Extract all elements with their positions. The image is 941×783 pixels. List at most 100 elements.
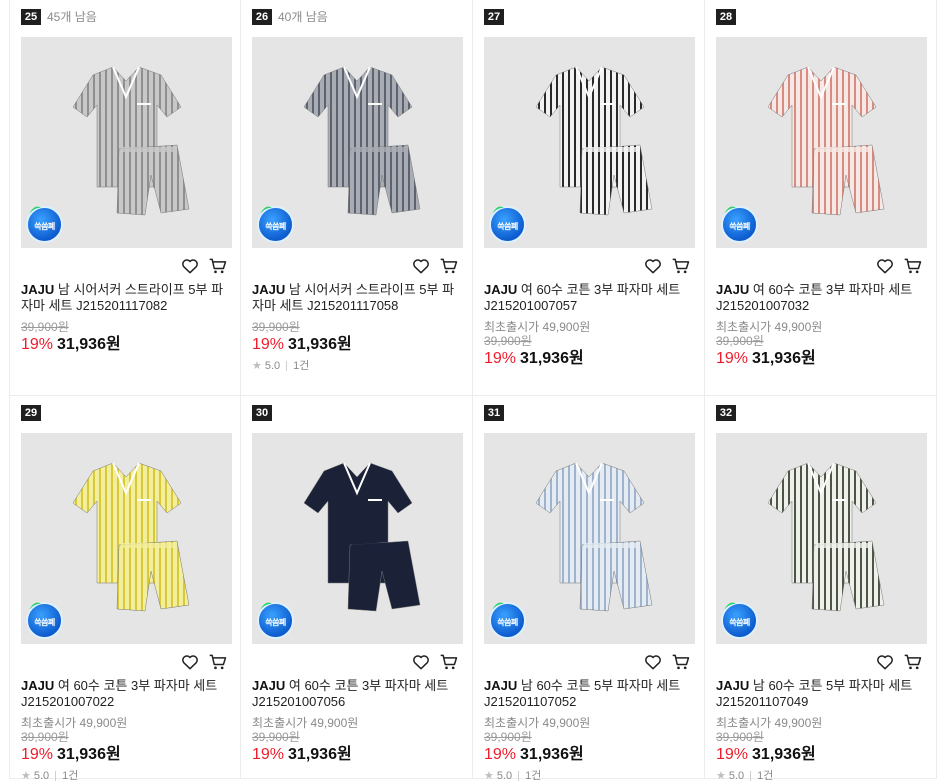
first-release-price: 최초출시가 49,900원 xyxy=(716,716,823,730)
original-price: 39,900원 xyxy=(21,730,69,744)
product-thumbnail[interactable]: 쓱씀폐 xyxy=(21,433,232,644)
brand-name: JAJU xyxy=(252,282,286,297)
sale-price: 19% 31,936원 xyxy=(252,336,352,353)
product-thumbnail[interactable]: 쓱씀폐 xyxy=(716,433,927,644)
review-count: 1건 xyxy=(62,770,79,782)
product-name[interactable]: JAJU 남 시어서커 스트라이프 5부 파자마 세트 J21520111705… xyxy=(252,282,464,314)
price-block: 최초출시가 49,900원 39,900원 19% 31,936원 ★ 5.0 1건 xyxy=(484,716,696,783)
promo-badge-icon: 쓱씀폐 xyxy=(721,602,758,639)
brand-name: JAJU xyxy=(484,282,518,297)
sale-price: 19% 31,936원 xyxy=(21,336,121,353)
cart-icon[interactable] xyxy=(208,652,228,672)
original-price: 39,900원 xyxy=(252,730,300,744)
product-thumbnail[interactable]: 쓱씀폐 xyxy=(716,37,927,248)
product-name[interactable]: JAJU 남 시어서커 스트라이프 5부 파자마 세트 J21520111708… xyxy=(21,282,233,314)
price-block: 39,900원 19% 31,936원 ★ 5.0 1건 xyxy=(252,320,464,373)
discount-rate: 19% xyxy=(252,336,285,353)
original-price: 39,900원 xyxy=(484,730,532,744)
promo-badge-icon: 쓱씀폐 xyxy=(257,206,294,243)
review-count: 1건 xyxy=(757,770,774,782)
discount-rate: 19% xyxy=(716,746,749,763)
brand-name: JAJU xyxy=(716,282,750,297)
product-card[interactable]: 27 쓱씀폐 JAJU 여 60수 코튼 3부 파자마 세트 J21520100… xyxy=(473,0,705,396)
cart-icon[interactable] xyxy=(208,256,228,276)
original-price: 39,900원 xyxy=(716,334,764,348)
heart-icon[interactable] xyxy=(411,256,431,276)
star-icon: ★ xyxy=(252,360,262,372)
brand-name: JAJU xyxy=(716,678,750,693)
product-thumbnail[interactable]: 쓱씀폐 xyxy=(484,433,695,644)
product-name[interactable]: JAJU 남 60수 코튼 5부 파자마 세트 J215201107049 xyxy=(716,678,928,710)
brand-name: JAJU xyxy=(252,678,286,693)
heart-icon[interactable] xyxy=(180,256,200,276)
sale-price: 19% 31,936원 xyxy=(716,746,816,763)
rating-score: 5.0 xyxy=(728,770,745,782)
product-thumbnail[interactable]: 쓱씀폐 xyxy=(21,37,232,248)
product-card[interactable]: 25 45개 남음 쓱씀폐 JAJU 남 시어서커 스트라이프 5부 파자마 세… xyxy=(9,0,241,396)
product-card[interactable]: 29 쓱씀폐 JAJU 여 60수 코튼 3부 파자마 세트 J21520100… xyxy=(9,396,241,782)
promo-badge-icon: 쓱씀폐 xyxy=(489,206,526,243)
cart-icon[interactable] xyxy=(903,652,923,672)
sale-price: 19% 31,936원 xyxy=(716,350,816,367)
review-count: 1건 xyxy=(525,770,542,782)
sale-price: 19% 31,936원 xyxy=(252,746,352,763)
review-count: 1건 xyxy=(293,360,310,372)
price-block: 최초출시가 49,900원 39,900원 19% 31,936원 xyxy=(252,716,464,766)
heart-icon[interactable] xyxy=(643,256,663,276)
product-card[interactable]: 32 쓱씀폐 JAJU 남 60수 코튼 5부 파자마 세트 J21520110… xyxy=(705,396,937,782)
rating: ★ 5.0 1건 xyxy=(21,769,233,783)
first-release-price: 최초출시가 49,900원 xyxy=(21,716,128,730)
heart-icon[interactable] xyxy=(875,256,895,276)
heart-icon[interactable] xyxy=(643,652,663,672)
cart-icon[interactable] xyxy=(903,256,923,276)
cart-icon[interactable] xyxy=(671,652,691,672)
brand-name: JAJU xyxy=(21,282,55,297)
product-name[interactable]: JAJU 남 60수 코튼 5부 파자마 세트 J215201107052 xyxy=(484,678,696,710)
product-card[interactable]: 30 쓱씀폐 JAJU 여 60수 코튼 3부 파자마 세트 J21520100… xyxy=(241,396,473,779)
first-release-price: 최초출시가 49,900원 xyxy=(716,320,823,334)
product-thumbnail[interactable]: 쓱씀폐 xyxy=(252,433,463,644)
heart-icon[interactable] xyxy=(411,652,431,672)
original-price: 39,900원 xyxy=(21,320,69,334)
star-icon: ★ xyxy=(484,770,494,782)
promo-badge-icon: 쓱씀폐 xyxy=(26,602,63,639)
discount-rate: 19% xyxy=(484,350,517,367)
product-name[interactable]: JAJU 여 60수 코튼 3부 파자마 세트 J215201007056 xyxy=(252,678,464,710)
price-block: 최초출시가 49,900원 39,900원 19% 31,936원 ★ 5.0 1건 xyxy=(716,716,928,783)
product-grid: 25 45개 남음 쓱씀폐 JAJU 남 시어서커 스트라이프 5부 파자마 세… xyxy=(9,0,939,782)
first-release-price: 최초출시가 49,900원 xyxy=(252,716,359,730)
sale-price: 19% 31,936원 xyxy=(484,746,584,763)
product-thumbnail[interactable]: 쓱씀폐 xyxy=(484,37,695,248)
discount-rate: 19% xyxy=(484,746,517,763)
discount-rate: 19% xyxy=(252,746,285,763)
product-card[interactable]: 28 쓱씀폐 JAJU 여 60수 코튼 3부 파자마 세트 J21520100… xyxy=(705,0,937,396)
rating: ★ 5.0 1건 xyxy=(484,769,696,783)
star-icon: ★ xyxy=(716,770,726,782)
rank-badge: 30 xyxy=(252,405,272,421)
promo-badge-icon: 쓱씀폐 xyxy=(257,602,294,639)
stock-remaining: 40개 남음 xyxy=(278,10,328,24)
product-name[interactable]: JAJU 여 60수 코튼 3부 파자마 세트 J215201007032 xyxy=(716,282,928,314)
product-name[interactable]: JAJU 여 60수 코튼 3부 파자마 세트 J215201007057 xyxy=(484,282,696,314)
cart-icon[interactable] xyxy=(439,256,459,276)
heart-icon[interactable] xyxy=(180,652,200,672)
rating-score: 5.0 xyxy=(496,770,513,782)
first-release-price: 최초출시가 49,900원 xyxy=(484,716,591,730)
heart-icon[interactable] xyxy=(875,652,895,672)
rank-badge: 26 xyxy=(252,9,272,25)
product-thumbnail[interactable]: 쓱씀폐 xyxy=(252,37,463,248)
discount-rate: 19% xyxy=(21,336,54,353)
product-card[interactable]: 26 40개 남음 쓱씀폐 JAJU 남 시어서커 스트라이프 5부 파자마 세… xyxy=(241,0,473,396)
brand-name: JAJU xyxy=(21,678,55,693)
product-card[interactable]: 31 쓱씀폐 JAJU 남 60수 코튼 5부 파자마 세트 J21520110… xyxy=(473,396,705,782)
promo-badge-icon: 쓱씀폐 xyxy=(26,206,63,243)
rank-badge: 25 xyxy=(21,9,41,25)
product-name[interactable]: JAJU 여 60수 코튼 3부 파자마 세트 J215201007022 xyxy=(21,678,233,710)
promo-badge-icon: 쓱씀폐 xyxy=(721,206,758,243)
cart-icon[interactable] xyxy=(671,256,691,276)
stock-remaining: 45개 남음 xyxy=(47,10,97,24)
sale-price: 19% 31,936원 xyxy=(21,746,121,763)
cart-icon[interactable] xyxy=(439,652,459,672)
brand-name: JAJU xyxy=(484,678,518,693)
rating-score: 5.0 xyxy=(33,770,50,782)
